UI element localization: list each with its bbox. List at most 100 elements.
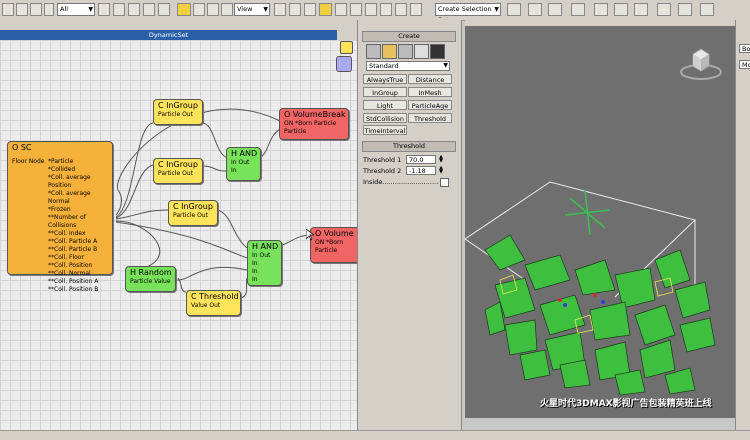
watermark-text: 火星时代3DMAX影视广告包装精英班上线 [540, 399, 712, 409]
select-scale-icon[interactable] [128, 3, 140, 16]
particle-view-editor[interactable]: DynamicSet O SC Floor Node *Particle *Co… [0, 20, 357, 430]
move-icon[interactable] [207, 3, 219, 16]
rectangle-select-icon[interactable] [193, 3, 205, 16]
helper-node-random[interactable]: H Random Particle Value [125, 266, 176, 292]
render-setup-icon[interactable] [614, 3, 628, 16]
activeshade-icon[interactable] [700, 3, 714, 16]
select-rotate-icon[interactable] [113, 3, 125, 16]
create-inmesh-button[interactable]: InMesh [408, 87, 452, 97]
reference-coordinate-dropdown[interactable]: View ▼ [234, 3, 270, 16]
wire [202, 122, 229, 159]
perspective-viewport[interactable]: 火星时代3DMAX影视广告包装精英班上线 [465, 20, 735, 418]
align-icon[interactable] [395, 3, 407, 16]
inside-checkbox[interactable] [440, 178, 449, 187]
angle-snap-icon[interactable] [319, 3, 332, 16]
node-title: C InGroup [173, 202, 213, 211]
material-editor-icon[interactable] [594, 3, 608, 16]
threshold1-input[interactable]: 70.0 [406, 155, 436, 164]
create-ingroup-button[interactable]: InGroup [363, 87, 407, 97]
schematic-view-icon[interactable] [571, 3, 585, 16]
node-field: *Particle [48, 158, 74, 165]
mirror-tool-icon[interactable] [507, 3, 521, 16]
category-value: Standard [369, 62, 399, 70]
create-alwaystrue-button[interactable]: AlwaysTrue [363, 74, 407, 84]
select-name-icon[interactable] [30, 3, 42, 16]
node-field: Particle Value [130, 278, 171, 285]
node-field: **Coll. Position A [48, 278, 99, 285]
helper-node-and-2[interactable]: H AND In Out In In In [247, 240, 282, 286]
node-field: ON *Born Particle [284, 120, 337, 127]
create-threshold-button[interactable]: Threshold [408, 113, 452, 123]
threshold2-input[interactable]: -1.18 [406, 166, 436, 175]
tests-icon[interactable] [414, 44, 429, 59]
unlink-icon[interactable] [158, 3, 170, 16]
node-field: **Coll. Index [48, 230, 86, 237]
spinner-snap-icon[interactable] [350, 3, 362, 16]
window-crossing-icon[interactable] [44, 3, 54, 16]
select-region-icon[interactable] [16, 3, 28, 16]
test-node-threshold[interactable]: C Threshold Value Out [186, 290, 241, 316]
create-particleage-button[interactable]: ParticleAge [408, 100, 452, 110]
rotate-icon[interactable] [221, 3, 233, 16]
create-timeinterval-button[interactable]: TimeInterval [363, 125, 407, 135]
test-node-ingroup-1[interactable]: C InGroup Particle Out [153, 99, 203, 125]
named-selection-set-dropdown[interactable]: Create Selection Set▼ [435, 3, 501, 24]
helper-node-and-1[interactable]: H AND In Out In [226, 147, 261, 181]
node-field: In [252, 268, 258, 275]
operator-node-volumebreak-1[interactable]: O VolumeBreak ON *Born Particle Particle [279, 108, 349, 140]
wire [217, 209, 248, 249]
test-node-ingroup-2[interactable]: C InGroup Particle Out [153, 158, 203, 184]
category-dropdown[interactable]: Standard ▼ [366, 61, 450, 71]
node-field: **Coll. Particle B [48, 246, 98, 253]
wire [115, 221, 248, 259]
node-field: Particle Out [158, 111, 193, 118]
particle-systems-icon[interactable] [366, 44, 381, 59]
modifier-list-field[interactable]: Mo [739, 60, 750, 69]
create-distance-button[interactable]: Distance [408, 74, 452, 84]
wire [175, 266, 248, 281]
align-tool-icon[interactable] [528, 3, 542, 16]
rendered-frame-icon[interactable] [634, 3, 648, 16]
select-move-icon[interactable] [98, 3, 110, 16]
threshold2-spinner[interactable]: ▲ ▼ [438, 166, 444, 175]
threshold1-spinner[interactable]: ▲ ▼ [438, 155, 444, 164]
object-type-field[interactable]: Box [739, 44, 750, 53]
node-field: **Coll. Normal [48, 270, 91, 277]
layer-manager-icon[interactable] [410, 3, 422, 16]
select-manipulate-icon[interactable] [289, 3, 301, 16]
gear-icon[interactable] [398, 44, 413, 59]
select-object-icon[interactable] [2, 3, 14, 16]
node-field: In [231, 167, 237, 174]
operator-node-volumebreak-2[interactable]: O Volume ON *Born Particle [310, 227, 357, 263]
node-field: **Coll. Position B [48, 286, 99, 293]
utility-icon[interactable] [430, 44, 445, 59]
panel-title-strip [434, 18, 456, 26]
node-title: O Volume [315, 229, 354, 238]
threshold-rollout-header[interactable]: Threshold [362, 141, 456, 152]
render-iterative-icon[interactable] [678, 3, 692, 16]
create-rollout-header[interactable]: Create [362, 31, 456, 42]
node-field: In [252, 276, 258, 283]
render-production-icon[interactable] [657, 3, 671, 16]
event-node-sc[interactable]: O SC Floor Node *Particle *Collided *Col… [7, 141, 113, 293]
selection-filter-value: All [60, 5, 69, 13]
operators-icon[interactable] [382, 44, 397, 59]
mirror-icon[interactable] [380, 3, 392, 16]
node-title: O VolumeBreak [284, 110, 346, 119]
create-light-button[interactable]: Light [363, 100, 407, 110]
select-object-active-icon[interactable] [177, 3, 191, 16]
test-node-ingroup-3[interactable]: C InGroup Particle Out [168, 200, 218, 226]
create-stdcollision-button[interactable]: StdCollision [363, 113, 407, 123]
pivot-icon[interactable] [274, 3, 286, 16]
selection-filter-dropdown[interactable]: All ▼ [57, 3, 95, 16]
curve-editor-icon[interactable] [548, 3, 562, 16]
snap-toggle-icon[interactable] [304, 3, 316, 16]
select-link-icon[interactable] [143, 3, 155, 16]
node-field: Particle [315, 247, 338, 254]
node-field: *Frozen [48, 206, 71, 213]
edit-named-selection-icon[interactable] [365, 3, 377, 16]
inside-label: Inside............................ [363, 178, 439, 186]
chevron-down-icon: ▼ [443, 62, 448, 69]
node-title: O SC [12, 143, 32, 152]
percent-snap-icon[interactable] [335, 3, 347, 16]
